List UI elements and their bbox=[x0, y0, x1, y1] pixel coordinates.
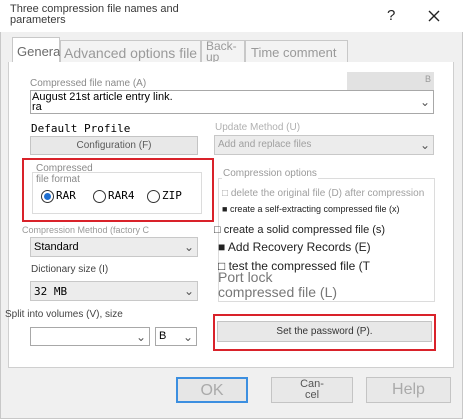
volumes-unit-value: B bbox=[159, 330, 167, 342]
radio-zip-label: ZIP bbox=[162, 189, 182, 202]
option-lock[interactable]: Port lock compressed file (L) bbox=[218, 270, 338, 300]
radio-rar4-label: RAR4 bbox=[108, 189, 135, 202]
tab-advanced[interactable]: Advanced options file bbox=[60, 40, 201, 62]
archive-name-value: August 21st article entry link. ra bbox=[32, 91, 173, 113]
method-label: Compression Method (factory C bbox=[22, 225, 150, 235]
tab-time-comment-label: Time comment bbox=[251, 45, 337, 60]
browse-button-label: B bbox=[425, 74, 432, 84]
option-solid[interactable]: □ create a solid compressed file (s) bbox=[214, 224, 385, 236]
method-select[interactable]: Standard ⌄ bbox=[30, 237, 198, 257]
configuration-button-label: Configuration (F) bbox=[76, 140, 152, 151]
chevron-down-icon: ⌄ bbox=[182, 329, 193, 344]
archive-name-input[interactable]: August 21st article entry link. ra ⌄ bbox=[30, 90, 434, 114]
chevron-down-icon: ⌄ bbox=[183, 284, 194, 298]
option-self-extracting[interactable]: ■ create a self-extracting compressed fi… bbox=[222, 204, 427, 214]
default-profile-label: Default Profile bbox=[31, 122, 131, 135]
tab-general-label: General bbox=[17, 44, 64, 59]
tab-general[interactable]: General bbox=[12, 37, 64, 63]
option-recovery[interactable]: ■ Add Recovery Records (E) bbox=[218, 240, 371, 254]
radio-rar4[interactable] bbox=[93, 190, 106, 203]
cancel-button[interactable]: Can- cel bbox=[271, 377, 353, 403]
option-recovery-label: Add Recovery Records (E) bbox=[227, 240, 371, 254]
dictionary-value: 32 MB bbox=[34, 285, 68, 298]
help-icon[interactable]: ? bbox=[387, 7, 395, 24]
radio-rar-label: RAR bbox=[56, 189, 76, 202]
ok-button[interactable]: OK bbox=[176, 377, 248, 403]
browse-button[interactable]: B bbox=[347, 72, 434, 90]
chevron-down-icon[interactable]: ⌄ bbox=[136, 330, 146, 344]
archive-name-label: Compressed file name (A) bbox=[30, 78, 147, 89]
volumes-label: Split into volumes (V), size bbox=[5, 309, 123, 320]
close-icon[interactable] bbox=[426, 8, 442, 24]
options-group-label: Compression options bbox=[222, 168, 318, 179]
set-password-button-label: Set the password (P). bbox=[276, 326, 373, 337]
dictionary-label: Dictionary size (I) bbox=[31, 264, 109, 275]
volumes-unit-select[interactable]: B ⌄ bbox=[155, 327, 197, 346]
tab-advanced-label: Advanced options file bbox=[64, 45, 198, 61]
window-title: Three compression file names and paramet… bbox=[10, 3, 179, 26]
chevron-down-icon: ⌄ bbox=[419, 138, 430, 152]
option-lock-label: Port lock compressed file (L) bbox=[218, 269, 338, 300]
method-value: Standard bbox=[34, 241, 79, 253]
help-button[interactable]: Help bbox=[366, 377, 451, 403]
set-password-button[interactable]: Set the password (P). bbox=[217, 321, 432, 342]
update-method-label: Update Method (U) bbox=[215, 122, 301, 133]
option-solid-label: create a solid compressed file (s) bbox=[223, 224, 386, 236]
option-self-extracting-label: create a self-extracting compressed file… bbox=[229, 204, 400, 214]
chevron-down-icon[interactable]: ⌄ bbox=[420, 95, 430, 109]
tab-time-comment[interactable]: Time comment bbox=[245, 40, 348, 62]
configuration-button[interactable]: Configuration (F) bbox=[30, 136, 198, 155]
dictionary-select[interactable]: 32 MB ⌄ bbox=[30, 281, 198, 301]
ok-button-label: OK bbox=[200, 382, 224, 399]
volumes-input[interactable]: ⌄ bbox=[30, 327, 150, 346]
option-delete-original[interactable]: □ delete the original file (D) after com… bbox=[222, 188, 424, 199]
help-button-label: Help bbox=[392, 381, 425, 398]
radio-zip[interactable] bbox=[147, 190, 160, 203]
option-delete-original-label: delete the original file (D) after compr… bbox=[230, 188, 425, 199]
tab-backup-label: Back-up bbox=[206, 39, 237, 64]
radio-rar[interactable] bbox=[41, 190, 54, 203]
update-method-value: Add and replace files bbox=[218, 139, 312, 150]
cancel-button-label: Can- cel bbox=[300, 378, 324, 401]
chevron-down-icon: ⌄ bbox=[183, 240, 194, 254]
update-method-select[interactable]: Add and replace files ⌄ bbox=[214, 135, 434, 155]
tab-backup[interactable]: Back-up bbox=[201, 39, 245, 64]
